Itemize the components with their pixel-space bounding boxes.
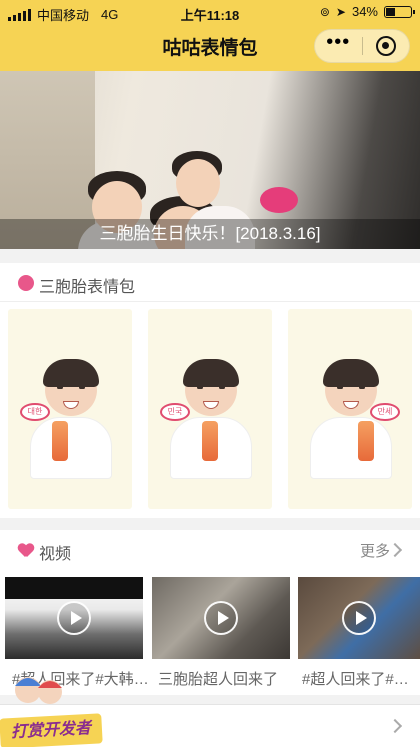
sticker-label: 민국 — [160, 403, 190, 421]
pink-dot-icon — [18, 275, 34, 291]
alarm-icon: ⊚ — [319, 4, 330, 19]
figure-body — [310, 417, 392, 479]
sticker-card[interactable]: 대한 — [8, 309, 132, 509]
more-dots-icon: ••• — [326, 31, 351, 53]
play-icon — [342, 601, 376, 635]
figure-hair — [43, 359, 99, 387]
video-thumbnail[interactable] — [298, 577, 420, 659]
figure-eye — [197, 386, 203, 389]
video-section-title: 视频 — [39, 546, 72, 563]
video-title[interactable]: #超人回来了#《三胞胎》 — [302, 668, 420, 689]
sticker-section-header: 三胞胎表情包 — [0, 263, 420, 301]
battery-percent: 34% — [351, 4, 378, 19]
figure-eye — [337, 386, 343, 389]
figure-body — [30, 417, 112, 479]
video-thumbnail[interactable] — [152, 577, 290, 659]
battery-icon — [384, 5, 415, 18]
banner-caption: 三胞胎生日快乐！[2018.3.16] — [0, 219, 420, 249]
video-section-header: 视频 更多 — [0, 530, 420, 568]
status-bar: 中国移动 4G 上午11:18 ⊚ ➤ 34% — [0, 0, 420, 24]
play-icon — [204, 601, 238, 635]
chevron-right-icon — [387, 542, 403, 558]
top-bar: 中国移动 4G 上午11:18 ⊚ ➤ 34% 咕咕表情包 ••• — [0, 0, 420, 71]
sticker-label: 만세 — [370, 403, 400, 421]
video-title[interactable]: 三胞胎超人回来了 — [158, 668, 296, 689]
thumbnail-bar — [5, 577, 143, 599]
bottle — [202, 421, 218, 461]
heart-icon — [18, 544, 34, 558]
banner-figure — [176, 159, 220, 207]
tip-developer-badge[interactable]: 打赏开发者 — [0, 713, 103, 747]
figure-eye — [359, 386, 365, 389]
chevron-right-icon — [387, 718, 403, 734]
bottle — [358, 421, 374, 461]
more-link[interactable]: 更多 — [360, 540, 390, 561]
banner-sticker-tag — [260, 187, 298, 213]
sticker-card[interactable]: 만세 — [288, 309, 412, 509]
figure-eye — [79, 386, 85, 389]
sticker-card[interactable]: 민국 — [148, 309, 272, 509]
figure-hair — [323, 359, 379, 387]
bottle — [52, 421, 68, 461]
divider — [0, 301, 420, 302]
figure-hair — [183, 359, 239, 387]
target-circle-icon — [375, 36, 396, 56]
battery-level — [386, 7, 395, 16]
location-icon: ➤ — [335, 4, 346, 19]
banner-carousel[interactable]: 三胞胎生日快乐！[2018.3.16] — [0, 71, 420, 249]
close-button[interactable] — [363, 30, 410, 62]
play-icon — [57, 601, 91, 635]
developer-avatar — [15, 677, 62, 704]
sticker-section-title: 三胞胎表情包 — [39, 279, 136, 296]
figure-eye — [57, 386, 63, 389]
video-thumbnail[interactable] — [5, 577, 143, 659]
sticker-label: 대한 — [20, 403, 50, 421]
mini-program-capsule: ••• — [314, 29, 410, 63]
more-menu-button[interactable]: ••• — [315, 30, 362, 62]
figure-eye — [219, 386, 225, 389]
